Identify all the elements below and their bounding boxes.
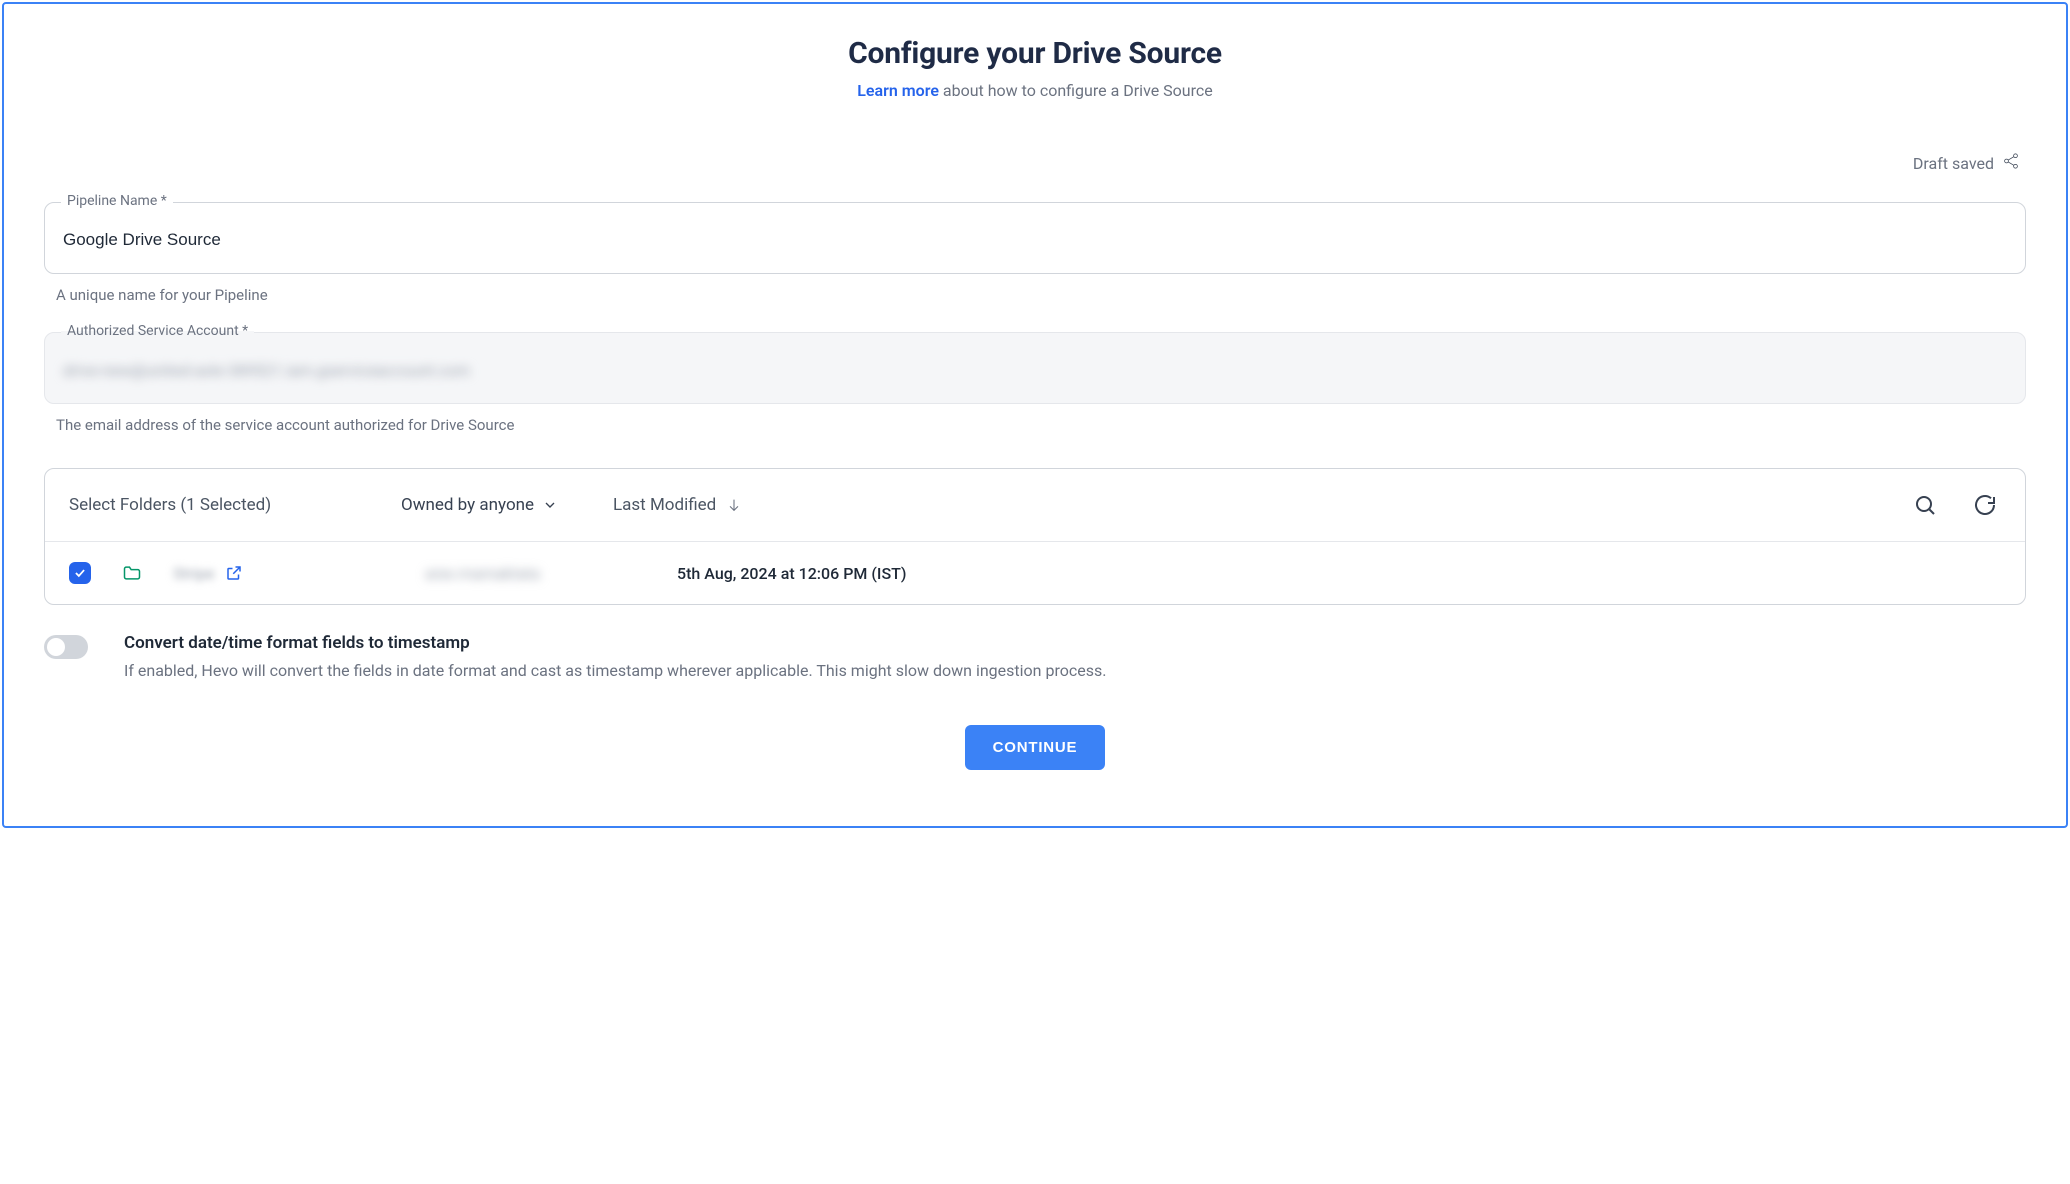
folder-icon: [121, 563, 161, 583]
select-folders-label: Select Folders (1 Selected): [69, 495, 389, 515]
open-external-link[interactable]: [225, 564, 243, 582]
folder-owner: arav.mamaktata: [425, 564, 665, 583]
toggle-title: Convert date/time format fields to times…: [124, 633, 1106, 653]
subtitle-text: about how to configure a Drive Source: [939, 81, 1213, 100]
service-account-field: Authorized Service Account * drive-new@u…: [44, 332, 2026, 404]
refresh-icon: [1973, 493, 1997, 517]
toggle-knob: [47, 638, 65, 656]
owner-filter-label: Owned by anyone: [401, 495, 534, 515]
convert-timestamp-row: Convert date/time format fields to times…: [44, 633, 2026, 683]
arrow-down-icon: [726, 497, 742, 513]
continue-wrap: CONTINUE: [44, 725, 2026, 770]
sort-label: Last Modified: [613, 495, 716, 515]
service-account-helper: The email address of the service account…: [56, 416, 2026, 434]
folder-actions: [1909, 489, 2001, 521]
page-subtitle: Learn more about how to configure a Driv…: [44, 81, 2026, 100]
draft-status-row: Draft saved: [44, 152, 2026, 174]
pipeline-name-field[interactable]: Pipeline Name *: [44, 202, 2026, 274]
folders-header: Select Folders (1 Selected) Owned by any…: [45, 469, 2025, 542]
page-title: Configure your Drive Source: [44, 36, 2026, 71]
configure-drive-source-page: Configure your Drive Source Learn more a…: [2, 2, 2068, 828]
pipeline-name-label: Pipeline Name *: [61, 193, 173, 209]
folder-checkbox[interactable]: [69, 562, 91, 584]
learn-more-link[interactable]: Learn more: [857, 81, 939, 100]
folder-name-cell: Stripe: [173, 564, 413, 583]
refresh-button[interactable]: [1969, 489, 2001, 521]
pipeline-name-input[interactable]: [63, 230, 2007, 250]
search-icon: [1913, 493, 1937, 517]
page-header: Configure your Drive Source Learn more a…: [44, 36, 2026, 100]
check-icon: [73, 566, 87, 580]
toggle-text: Convert date/time format fields to times…: [124, 633, 1106, 683]
sort-by-modified[interactable]: Last Modified: [613, 495, 1897, 515]
folder-name: Stripe: [173, 564, 215, 583]
pipeline-name-helper: A unique name for your Pipeline: [56, 286, 2026, 304]
service-account-value: drive-new@united-axle-389521.iam.gservic…: [63, 361, 470, 380]
toggle-description: If enabled, Hevo will convert the fields…: [124, 659, 1106, 683]
continue-button[interactable]: CONTINUE: [965, 725, 1106, 770]
external-link-icon: [225, 564, 243, 582]
folder-modified-date: 5th Aug, 2024 at 12:06 PM (IST): [677, 564, 2001, 583]
chevron-down-icon: [542, 497, 558, 513]
draft-status-text: Draft saved: [1913, 154, 1994, 173]
search-button[interactable]: [1909, 489, 1941, 521]
convert-timestamp-toggle[interactable]: [44, 635, 88, 659]
form-area: Pipeline Name * A unique name for your P…: [44, 202, 2026, 770]
owner-filter-dropdown[interactable]: Owned by anyone: [401, 495, 601, 515]
service-account-label: Authorized Service Account *: [61, 323, 254, 339]
share-icon[interactable]: [2002, 152, 2020, 174]
folders-table: Select Folders (1 Selected) Owned by any…: [44, 468, 2026, 605]
folder-row[interactable]: Stripe arav.mamaktata 5th Aug, 2024 at 1…: [45, 542, 2025, 604]
